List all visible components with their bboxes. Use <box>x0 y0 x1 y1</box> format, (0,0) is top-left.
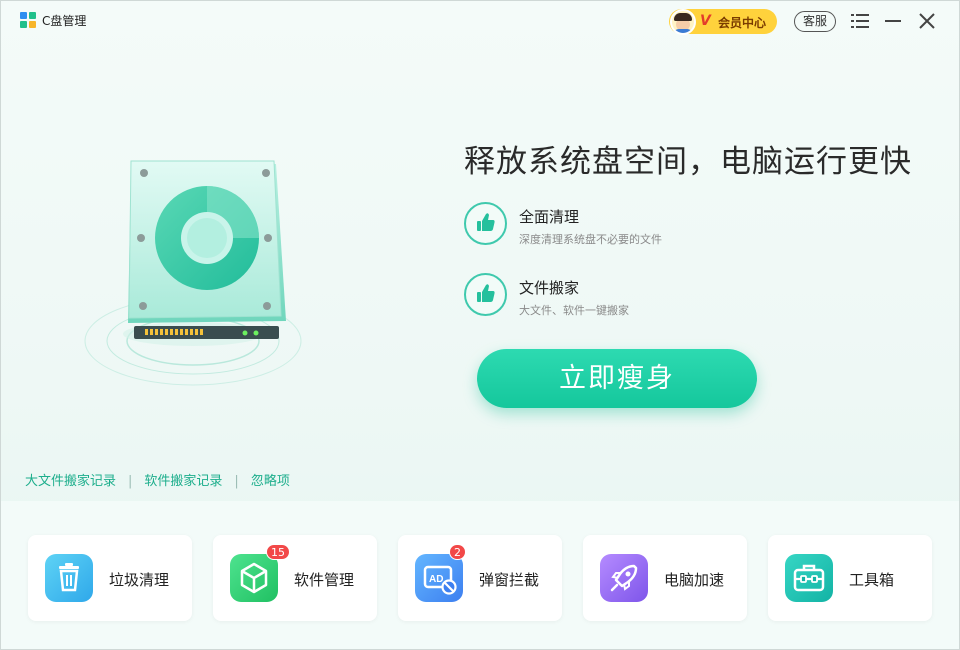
feature-title: 全面清理 <box>519 208 580 226</box>
feature-full-clean: 全面清理 深度清理系统盘不必要的文件 <box>464 202 784 246</box>
tool-label: 弹窗拦截 <box>479 571 540 589</box>
link-separator: | <box>234 474 239 489</box>
customer-service-button[interactable]: 客服 <box>794 11 836 32</box>
thumbs-up-icon <box>464 202 507 245</box>
tool-label: 垃圾清理 <box>109 571 170 589</box>
tool-software-manager[interactable]: 15 软件管理 <box>213 535 377 621</box>
close-icon[interactable] <box>916 10 938 32</box>
software-migration-log-link[interactable]: 软件搬家记录 <box>144 474 222 489</box>
tool-label: 电脑加速 <box>664 571 725 589</box>
minimize-icon[interactable] <box>882 10 904 32</box>
tool-pc-speedup[interactable]: 电脑加速 <box>583 535 747 621</box>
feature-title: 文件搬家 <box>519 279 580 297</box>
tool-label: 软件管理 <box>294 571 355 589</box>
vip-center-label: 会员中心 <box>718 16 767 30</box>
thumbs-up-icon <box>464 273 507 316</box>
ignored-items-link[interactable]: 忽略项 <box>251 474 290 489</box>
title-bar: C盘管理 V 会员中心 客服 <box>1 1 959 41</box>
svg-text:AD: AD <box>429 574 443 585</box>
app-title: C盘管理 <box>42 14 87 28</box>
hard-disk-illustration <box>81 156 336 391</box>
feature-file-migration: 文件搬家 大文件、软件一键搬家 <box>464 273 784 317</box>
tool-junk-clean[interactable]: 垃圾清理 <box>28 535 192 621</box>
app-window: C盘管理 V 会员中心 客服 释放系统盘空间，电脑运行更快 全面清理 深度清理系… <box>0 0 960 650</box>
avatar <box>670 9 696 35</box>
software-count-badge: 15 <box>266 544 290 560</box>
ad-block-icon: AD 2 <box>415 544 466 602</box>
popup-count-badge: 2 <box>449 544 466 560</box>
vip-badge: V <box>700 13 711 29</box>
vip-center-button[interactable]: V 会员中心 <box>669 9 777 35</box>
tool-toolbox[interactable]: 工具箱 <box>768 535 932 621</box>
tool-popup-blocker[interactable]: AD 2 弹窗拦截 <box>398 535 562 621</box>
menu-icon[interactable] <box>849 10 871 32</box>
large-file-migration-log-link[interactable]: 大文件搬家记录 <box>25 474 116 489</box>
link-separator: | <box>128 474 133 489</box>
slim-down-button[interactable]: 立即瘦身 <box>477 349 757 408</box>
record-links: 大文件搬家记录 | 软件搬家记录 | 忽略项 <box>25 470 290 489</box>
toolbox-icon <box>785 554 833 602</box>
tool-label: 工具箱 <box>849 571 895 589</box>
trash-icon <box>45 554 93 602</box>
hero-headline: 释放系统盘空间，电脑运行更快 <box>464 144 912 180</box>
rocket-icon <box>600 554 648 602</box>
feature-description: 深度清理系统盘不必要的文件 <box>519 233 662 246</box>
feature-description: 大文件、软件一键搬家 <box>519 304 629 317</box>
app-logo-icon <box>20 12 37 29</box>
cube-icon: 15 <box>230 544 290 602</box>
